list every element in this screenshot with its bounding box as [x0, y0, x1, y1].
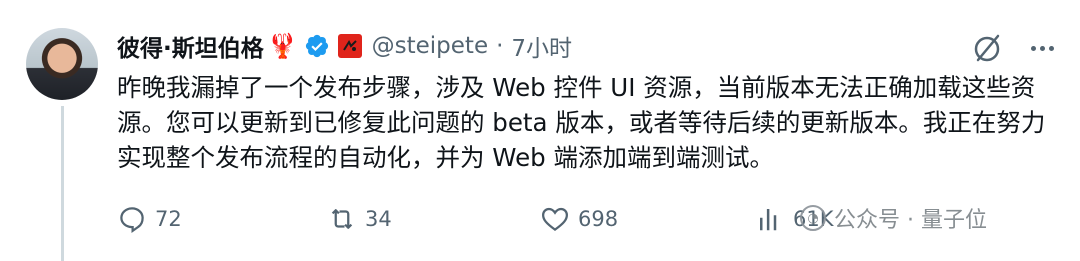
verified-icon[interactable] — [304, 33, 330, 59]
reply-icon — [120, 207, 144, 234]
reply-count: 72 — [155, 207, 182, 231]
lobster-emoji: 🦞 — [267, 32, 298, 60]
wechat-icon: ◔ — [800, 205, 826, 231]
affiliate-badge-icon[interactable] — [337, 34, 362, 58]
like-count: 698 — [578, 207, 619, 231]
like-button[interactable]: 698 — [540, 199, 618, 239]
handle[interactable]: @steipete — [372, 33, 488, 59]
tweet-header: 彼得·斯坦伯格 🦞 @steipete · 7小时 — [117, 26, 572, 66]
views-icon — [760, 209, 777, 231]
retweet-button[interactable]: 34 — [327, 199, 392, 239]
thread-line — [61, 106, 64, 261]
grok-icon[interactable] — [970, 30, 1006, 66]
watermark-text: 公众号 · 量子位 — [834, 208, 987, 233]
avatar[interactable] — [26, 28, 98, 100]
more-icon[interactable] — [1024, 30, 1060, 66]
reply-button[interactable]: 72 — [117, 199, 182, 239]
display-name[interactable]: 彼得·斯坦伯格 — [117, 29, 264, 63]
like-icon — [541, 207, 569, 232]
watermark: ◔ 公众号 · 量子位 — [800, 202, 987, 234]
tweet-text: 昨晚我漏掉了一个发布步骤，涉及 Web 控件 UI 资源，当前版本无法正确加载这… — [117, 73, 1046, 172]
retweet-icon — [331, 209, 353, 229]
separator-dot: · — [496, 33, 504, 59]
retweet-count: 34 — [365, 207, 392, 231]
timestamp[interactable]: 7小时 — [511, 29, 572, 63]
